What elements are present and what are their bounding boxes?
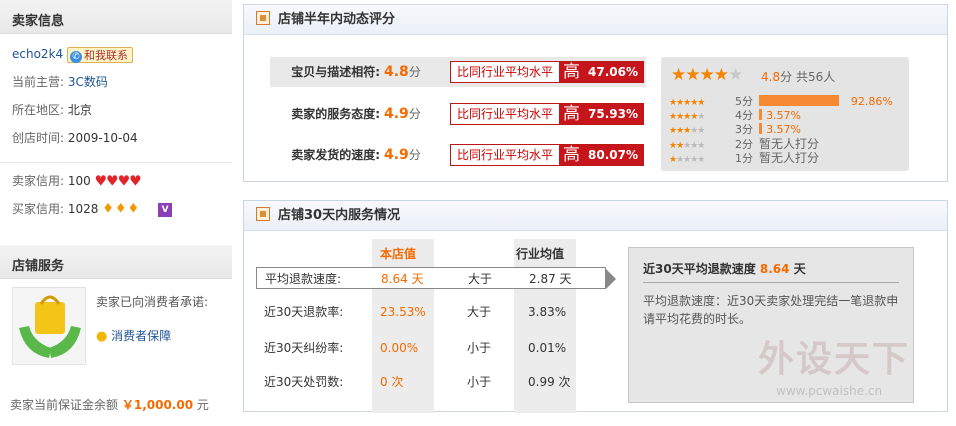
- chat-icon: ✆: [69, 50, 82, 63]
- consumer-protection-logo: [12, 287, 86, 365]
- panel-icon: [256, 207, 270, 221]
- rating-percent: 92.86%: [850, 95, 893, 108]
- divider: [643, 282, 899, 283]
- rating-none: 暂无人打分: [759, 151, 820, 165]
- rating-bar: [759, 123, 763, 134]
- created-value: 2009-10-04: [67, 131, 138, 145]
- rating-percent: 3.57%: [766, 123, 802, 136]
- industry-compare-badge: 比同行业平均水平 高 75.93%: [450, 103, 644, 125]
- dsr-title-bar: 店铺半年内动态评分: [244, 5, 947, 35]
- rating-bar-row: ★★★★★ 2分 暂无人打分: [669, 137, 819, 151]
- star-rating-icon: ★★★★★: [669, 155, 705, 165]
- rating-summary: 4.8分 共56人: [761, 70, 836, 84]
- service-row-dispute-rate[interactable]: 近30天纠纷率: 0.00% 小于 0.01%: [256, 337, 606, 359]
- service-row-penalties[interactable]: 近30天处罚数: 0 次 小于 0.99 次: [256, 371, 606, 393]
- rating-bar-row: ★★★★★ 1分 暂无人打分: [669, 151, 819, 165]
- service-row-refund-speed[interactable]: 平均退款速度: 8.64 天 大于 2.87 天: [256, 267, 616, 289]
- main-category-row: 当前主营: 3C数码: [12, 75, 108, 89]
- shopping-bag-hands-icon: [19, 295, 81, 358]
- rating-bar-row: ★★★★★ 4分 3.57%: [669, 109, 801, 123]
- rating-bar: [759, 95, 839, 106]
- info-description: 平均退款速度：近30天卖家处理完结一笔退款申请平均花费的时长。: [643, 294, 899, 326]
- rating-breakdown: ★★★★★ 4.8分 共56人 ★★★★★ 5分 92.86% ★★★★★ 4分 3.57…: [661, 57, 909, 171]
- star-rating-icon: ★★★★★: [669, 112, 705, 122]
- buyer-credit-row: 买家信用: 1028 ♦♦♦ V: [0, 195, 232, 223]
- rating-bar: [759, 109, 763, 120]
- rating-none: 暂无人打分: [759, 137, 820, 151]
- dsr-row-description[interactable]: 宝贝与描述相符: 4.8分 比同行业平均水平 高 47.06%: [270, 57, 646, 87]
- category-link[interactable]: 3C数码: [68, 75, 108, 89]
- star-rating-icon: ★★★★★: [669, 126, 705, 136]
- seller-sidebar: 卖家信息 echo2k4 ✆ 和我联系 当前主营: 3C数码 所在地区: 北京 创…: [0, 0, 232, 426]
- location-row: 所在地区: 北京: [12, 103, 92, 117]
- contact-seller-button[interactable]: ✆ 和我联系: [66, 46, 133, 63]
- deposit-row: 卖家当前保证金余额 ￥1,000.00 元: [10, 398, 209, 412]
- heart-rank-icon: ♥♥♥♥: [94, 173, 142, 190]
- lightbulb-icon: ●: [96, 329, 108, 344]
- star-rating-icon: ★★★★★: [669, 98, 705, 108]
- dsr-row-shipping[interactable]: 卖家发货的速度: 4.9分 比同行业平均水平 高 80.07%: [270, 140, 646, 170]
- rating-level: 3分: [735, 123, 753, 136]
- rating-level: 2分: [735, 138, 753, 151]
- watermark-url: www.pcwaishe.cn: [776, 384, 883, 398]
- watermark-logo: 外设天下: [758, 339, 911, 380]
- seller-credit-row: 卖家信用: 100 ♥♥♥♥: [12, 173, 142, 190]
- rating-level: 5分: [735, 95, 753, 108]
- seller-credit-value[interactable]: 100: [68, 174, 91, 188]
- promise-label: 卖家已向消费者承诺:: [96, 295, 209, 309]
- col-industry-header: 行业均值: [516, 247, 565, 261]
- panel-icon: [256, 11, 270, 25]
- shop-service-title: 店铺服务: [0, 245, 232, 279]
- created-row: 创店时间: 2009-10-04: [12, 131, 138, 145]
- rating-bar-row: ★★★★★ 3分 3.57%: [669, 123, 801, 137]
- seller-name-row: echo2k4 ✆ 和我联系: [0, 40, 232, 68]
- buyer-credit-value[interactable]: 1028: [68, 202, 99, 216]
- seller-name-link[interactable]: echo2k4: [12, 47, 63, 61]
- industry-compare-badge: 比同行业平均水平 高 47.06%: [450, 61, 644, 83]
- rating-stars-icon: ★★★★★: [671, 65, 743, 85]
- diamond-rank-icon: ♦♦♦: [102, 201, 141, 217]
- dsr-row-service[interactable]: 卖家的服务态度: 4.9分 比同行业平均水平 高 75.93%: [270, 99, 646, 129]
- seller-info-title: 卖家信息: [0, 0, 232, 34]
- rating-level: 4分: [735, 109, 753, 122]
- deposit-value: ￥1,000.00: [121, 398, 194, 412]
- rating-bar-row: ★★★★★ 5分 92.86%: [669, 95, 893, 109]
- service-row-refund-rate[interactable]: 近30天退款率: 23.53% 大于 3.83%: [256, 301, 606, 323]
- vip-icon[interactable]: V: [158, 202, 173, 217]
- col-shop-header: 本店值: [380, 247, 417, 261]
- service30-title-bar: 店铺30天内服务情况: [244, 201, 947, 231]
- industry-compare-badge: 比同行业平均水平 高 80.07%: [450, 144, 644, 166]
- info-title: 近30天平均退款速度 8.64 天: [643, 262, 806, 276]
- rating-level: 1分: [735, 152, 753, 165]
- dsr-panel: 店铺半年内动态评分 宝贝与描述相符: 4.8分 比同行业平均水平 高 47.06% …: [243, 4, 948, 182]
- divider: [0, 162, 232, 163]
- shop-service-body: 卖家已向消费者承诺: ● 消费者保障: [0, 279, 232, 391]
- consumer-guarantee-link[interactable]: ● 消费者保障: [96, 327, 171, 344]
- rating-percent: 3.57%: [766, 109, 802, 122]
- location-value: 北京: [67, 103, 92, 117]
